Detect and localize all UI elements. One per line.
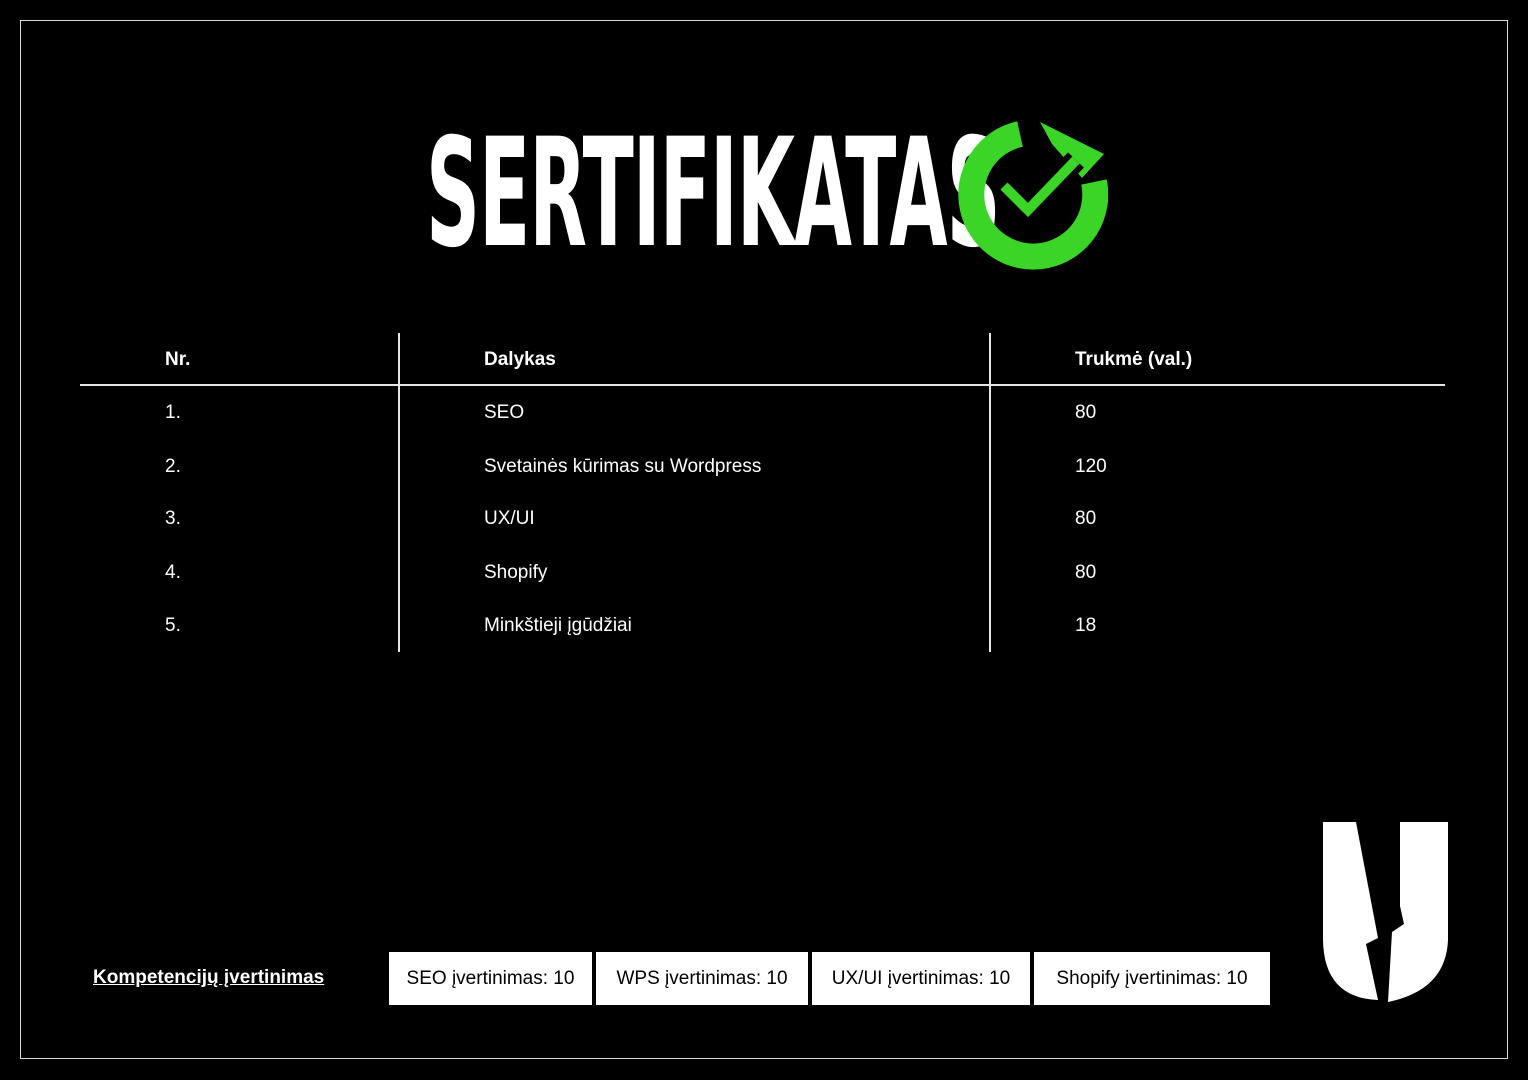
table-divider [398, 333, 400, 652]
competency-label: Kompetencijų įvertinimas [93, 967, 325, 988]
table-header-rule [80, 384, 1445, 386]
header-hours: Trukmė (val.) [1075, 349, 1193, 370]
brand-logo-icon [1323, 822, 1448, 1002]
score-box-seo: SEO įvertinimas: 10 [389, 952, 592, 1005]
score-box-uxui: UX/UI įvertinimas: 10 [812, 952, 1030, 1005]
header-nr: Nr. [165, 349, 191, 370]
row-hours: 80 [1075, 402, 1097, 423]
row-nr: 5. [165, 615, 181, 636]
check-circle-icon [958, 121, 1108, 270]
row-nr: 4. [165, 562, 181, 583]
table-divider [989, 333, 991, 652]
row-hours: 80 [1075, 508, 1097, 529]
score-box-shopify: Shopify įvertinimas: 10 [1034, 952, 1270, 1005]
row-subject: SEO [484, 402, 525, 423]
row-nr: 2. [165, 456, 181, 477]
row-nr: 3. [165, 508, 181, 529]
row-hours: 120 [1075, 456, 1107, 477]
row-subject: Shopify [484, 562, 548, 583]
row-subject: Svetainės kūrimas su Wordpress [484, 456, 762, 477]
header-subject: Dalykas [484, 349, 556, 370]
row-hours: 18 [1075, 615, 1097, 636]
row-subject: Minkštieji įgūdžiai [484, 615, 632, 636]
row-nr: 1. [165, 402, 181, 423]
title-text: SERTIFIKATAS [426, 107, 1001, 281]
row-hours: 80 [1075, 562, 1097, 583]
score-box-wps: WPS įvertinimas: 10 [596, 952, 808, 1005]
row-subject: UX/UI [484, 508, 535, 529]
